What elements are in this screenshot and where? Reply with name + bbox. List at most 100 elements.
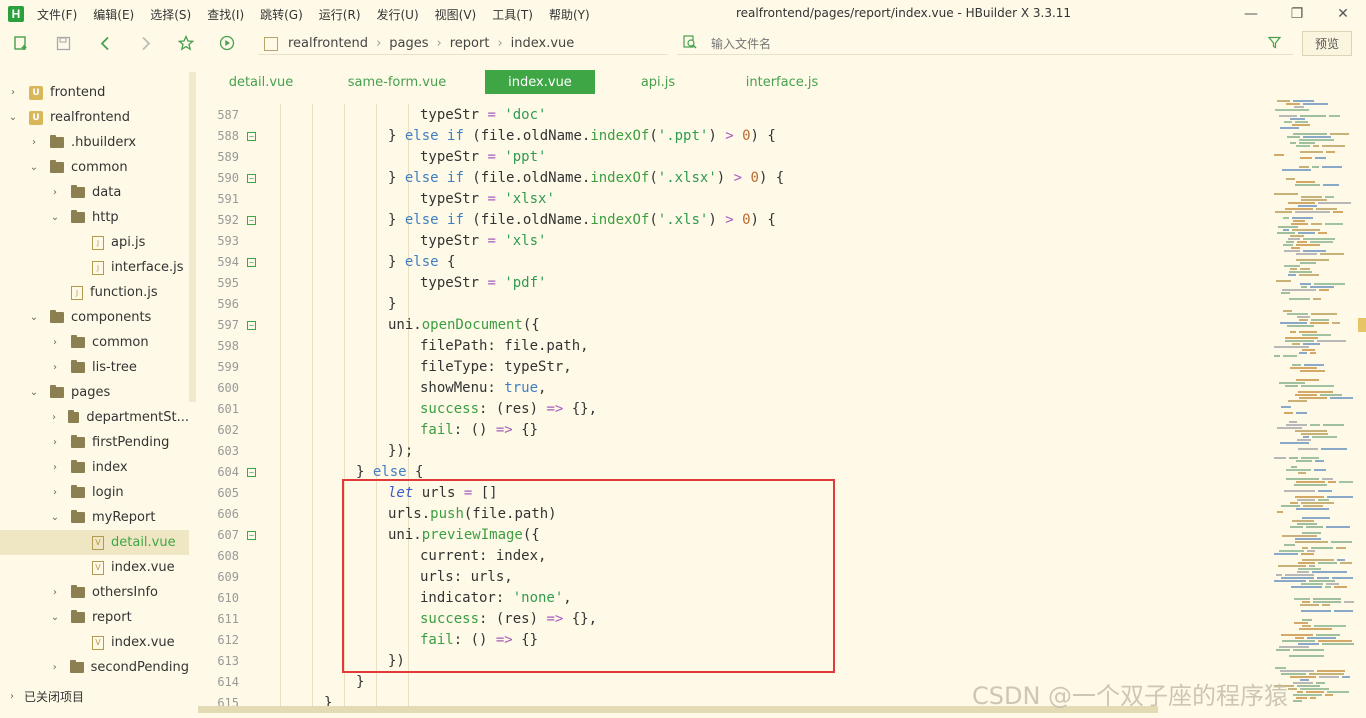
tab-index-vue[interactable]: index.vue — [485, 70, 595, 94]
code-line[interactable]: typeStr = 'pdf' — [420, 273, 546, 294]
restore-icon[interactable]: ❐ — [1274, 0, 1320, 28]
file-search-input[interactable] — [711, 36, 1211, 51]
tree-item[interactable]: Vindex.vue — [0, 630, 189, 655]
forward-icon[interactable] — [137, 34, 155, 52]
tree-item[interactable]: › othersInfo — [0, 580, 189, 605]
chevron-right-icon[interactable]: › — [28, 137, 40, 148]
chevron-right-icon[interactable]: › — [49, 362, 61, 373]
chevron-down-icon[interactable]: ⌄ — [28, 387, 40, 398]
code-line[interactable]: typeStr = 'ppt' — [420, 147, 546, 168]
breadcrumb-item[interactable]: pages — [389, 36, 428, 51]
tree-item[interactable]: ⌄ components — [0, 305, 189, 330]
tree-item[interactable]: › data — [0, 180, 189, 205]
tree-item[interactable]: › Ufrontend — [0, 80, 189, 105]
fold-toggle-icon[interactable]: − — [247, 258, 256, 267]
tree-item[interactable]: ⌄ report — [0, 605, 189, 630]
chevron-down-icon[interactable]: ⌄ — [49, 512, 61, 523]
tree-item[interactable]: › index — [0, 455, 189, 480]
chevron-down-icon[interactable]: ⌄ — [28, 312, 40, 323]
code-line[interactable]: typeStr = 'doc' — [420, 105, 546, 126]
chevron-right-icon[interactable]: › — [49, 487, 61, 498]
tree-item[interactable]: Jinterface.js — [0, 255, 189, 280]
run-icon[interactable] — [218, 34, 236, 52]
chevron-right-icon[interactable]: › — [49, 437, 61, 448]
tree-item[interactable]: ⌄ myReport — [0, 505, 189, 530]
menu-item[interactable]: 跳转(G) — [260, 6, 303, 23]
code-line[interactable]: fileType: typeStr, — [420, 357, 572, 378]
tree-item[interactable]: ⌄ pages — [0, 380, 189, 405]
menu-item[interactable]: 查找(I) — [207, 6, 244, 23]
sidebar-scrollbar[interactable] — [189, 72, 196, 402]
chevron-right-icon[interactable]: › — [49, 412, 59, 423]
tree-item[interactable]: Vdetail.vue — [0, 530, 189, 555]
code-line[interactable]: } else { — [388, 252, 455, 273]
menu-item[interactable]: 工具(T) — [492, 6, 533, 23]
code-line[interactable]: fail: () => {} — [420, 420, 538, 441]
tree-item[interactable]: › departmentSt... — [0, 405, 189, 430]
tree-item[interactable]: › firstPending — [0, 430, 189, 455]
fold-toggle-icon[interactable]: − — [247, 174, 256, 183]
new-file-icon[interactable] — [12, 34, 30, 52]
editor-vertical-scrollbar[interactable] — [1358, 318, 1366, 332]
code-line[interactable]: } — [388, 294, 396, 315]
preview-button[interactable]: 预览 — [1302, 31, 1352, 56]
tab-detail-vue[interactable]: detail.vue — [212, 70, 310, 94]
code-line[interactable]: }); — [388, 441, 413, 462]
chevron-right-icon[interactable]: › — [49, 587, 61, 598]
tree-item[interactable]: ⌄ Urealfrontend — [0, 105, 189, 130]
menu-item[interactable]: 编辑(E) — [93, 6, 134, 23]
tree-item[interactable]: › secondPending — [0, 655, 189, 680]
chevron-right-icon[interactable]: › — [49, 662, 61, 673]
menu-item[interactable]: 选择(S) — [150, 6, 191, 23]
code-line[interactable]: showMenu: true, — [420, 378, 546, 399]
filter-icon[interactable] — [1267, 36, 1282, 53]
code-line[interactable]: } — [356, 672, 364, 693]
fold-toggle-icon[interactable]: − — [247, 216, 256, 225]
code-line[interactable]: } else if (file.oldName.indexOf('.ppt') … — [388, 126, 776, 147]
minimap[interactable] — [1258, 96, 1358, 706]
star-icon[interactable] — [177, 34, 195, 52]
fold-toggle-icon[interactable]: − — [247, 468, 256, 477]
breadcrumb-item[interactable]: index.vue — [511, 36, 575, 51]
fold-toggle-icon[interactable]: − — [247, 132, 256, 141]
tree-item[interactable]: ⌄ common — [0, 155, 189, 180]
menu-item[interactable]: 视图(V) — [435, 6, 477, 23]
chevron-down-icon[interactable]: ⌄ — [49, 612, 61, 623]
code-line[interactable]: uni.openDocument({ — [388, 315, 540, 336]
breadcrumb-item[interactable]: report — [450, 36, 490, 51]
tree-item[interactable]: › login — [0, 480, 189, 505]
tree-item[interactable]: Japi.js — [0, 230, 189, 255]
tab-api-js[interactable]: api.js — [620, 70, 696, 94]
close-icon[interactable]: ✕ — [1320, 0, 1366, 28]
tree-item[interactable]: ⌄ http — [0, 205, 189, 230]
chevron-right-icon[interactable]: › — [49, 187, 61, 198]
fold-toggle-icon[interactable]: − — [247, 321, 256, 330]
code-line[interactable]: typeStr = 'xlsx' — [420, 189, 555, 210]
menu-item[interactable]: 运行(R) — [319, 6, 361, 23]
tree-item[interactable]: › common — [0, 330, 189, 355]
chevron-right-icon[interactable]: › — [49, 337, 61, 348]
chevron-right-icon[interactable]: › — [7, 87, 19, 98]
tree-item[interactable]: Jfunction.js — [0, 280, 189, 305]
tree-item[interactable]: › .hbuilderx — [0, 130, 189, 155]
minimize-icon[interactable]: — — [1228, 0, 1274, 28]
menu-item[interactable]: 发行(U) — [377, 6, 419, 23]
back-icon[interactable] — [96, 34, 114, 52]
code-line[interactable]: } else if (file.oldName.indexOf('.xls') … — [388, 210, 776, 231]
breadcrumb-item[interactable]: realfrontend — [288, 36, 368, 51]
code-line[interactable]: } — [324, 693, 332, 706]
save-icon[interactable] — [54, 34, 72, 52]
menu-item[interactable]: 文件(F) — [37, 6, 77, 23]
fold-toggle-icon[interactable]: − — [247, 531, 256, 540]
menu-item[interactable]: 帮助(Y) — [549, 6, 590, 23]
chevron-right-icon[interactable]: › — [49, 462, 61, 473]
tree-item[interactable]: Vindex.vue — [0, 555, 189, 580]
code-line[interactable]: typeStr = 'xls' — [420, 231, 546, 252]
closed-projects-section[interactable]: › 已关闭项目 — [0, 685, 196, 707]
code-line[interactable]: filePath: file.path, — [420, 336, 589, 357]
chevron-down-icon[interactable]: ⌄ — [28, 162, 40, 173]
code-line[interactable]: } else if (file.oldName.indexOf('.xlsx')… — [388, 168, 784, 189]
tab-interface-js[interactable]: interface.js — [728, 70, 836, 94]
chevron-down-icon[interactable]: ⌄ — [49, 212, 61, 223]
tab-same-form-vue[interactable]: same-form.vue — [332, 70, 462, 94]
